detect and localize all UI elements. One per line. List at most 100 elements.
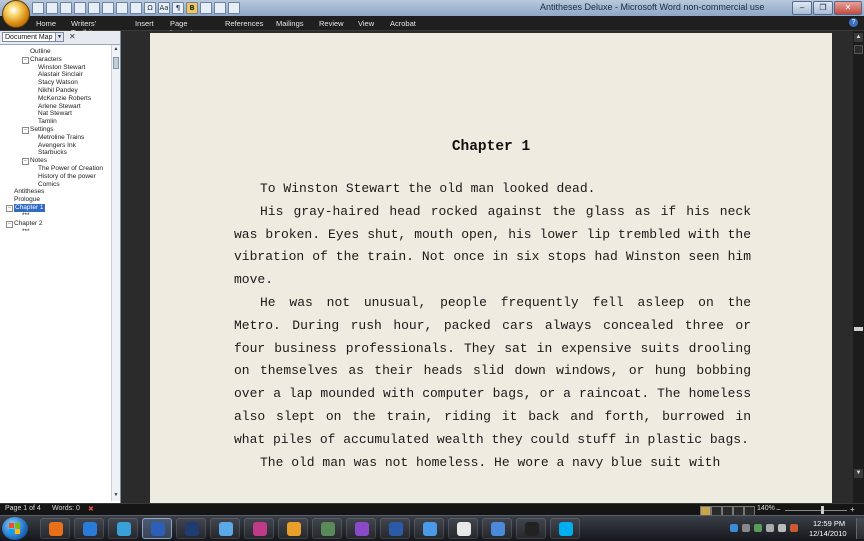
zoom-level[interactable]: 140%: [757, 505, 775, 512]
zoom-slider-handle[interactable]: [821, 506, 825, 514]
start-button[interactable]: [2, 517, 28, 540]
document-map-item[interactable]: Outline: [30, 48, 51, 56]
office-button[interactable]: [2, 0, 30, 28]
document-map-item[interactable]: Comics: [38, 181, 60, 189]
document-map-scrollbar[interactable]: ▲ ▼: [111, 45, 120, 501]
paragraph[interactable]: His gray-haired head rocked against the …: [234, 201, 751, 292]
document-map-item[interactable]: Notes: [30, 157, 47, 165]
tray-app-icon[interactable]: [790, 524, 798, 532]
chevron-down-icon[interactable]: ▼: [55, 33, 63, 41]
document-map-item[interactable]: History of the power: [38, 173, 96, 181]
paragraph[interactable]: The old man was not homeless. He wore a …: [234, 452, 751, 475]
tab-mailings[interactable]: Mailings: [276, 17, 304, 30]
volume-icon[interactable]: [778, 524, 786, 532]
taskbar-app[interactable]: [448, 518, 478, 539]
taskbar-app[interactable]: [550, 518, 580, 539]
tree-expander-icon[interactable]: −: [22, 56, 29, 64]
document-map-item[interactable]: Winston Stewart: [38, 64, 85, 72]
document-scrollbar[interactable]: ▲ ▼: [853, 31, 864, 503]
undo-icon[interactable]: [102, 2, 114, 14]
document-map-item[interactable]: Settings: [30, 126, 54, 134]
zoom-slider[interactable]: [785, 510, 847, 511]
page-count[interactable]: Page 1 of 4: [5, 505, 41, 512]
document-map-selector[interactable]: Document Map ▼: [2, 32, 64, 42]
proofing-icon[interactable]: ✖: [88, 505, 94, 513]
new-icon[interactable]: [46, 2, 58, 14]
document-map-close-icon[interactable]: ✕: [69, 32, 76, 41]
taskbar-app[interactable]: [210, 518, 240, 539]
document-map-item[interactable]: ***: [22, 228, 30, 236]
close-button[interactable]: ✕: [834, 1, 862, 15]
taskbar-app[interactable]: [108, 518, 138, 539]
document-map-item[interactable]: Chapter 2: [14, 220, 43, 228]
taskbar-app[interactable]: [312, 518, 342, 539]
open-icon[interactable]: [60, 2, 72, 14]
clock-date[interactable]: 12/14/2010: [809, 529, 847, 538]
tree-expander-icon[interactable]: −: [6, 220, 13, 228]
document-body[interactable]: To Winston Stewart the old man looked de…: [234, 178, 751, 474]
print-icon[interactable]: [74, 2, 86, 14]
spelling-icon[interactable]: [88, 2, 100, 14]
tab-insert[interactable]: Insert: [135, 17, 154, 30]
document-map-item[interactable]: Avengers Ink: [38, 142, 76, 150]
document-map-item[interactable]: Metroline Trains: [38, 134, 84, 142]
document-scroll-thumb[interactable]: [854, 327, 863, 331]
taskbar-app[interactable]: [74, 518, 104, 539]
taskbar-app[interactable]: [176, 518, 206, 539]
paragraph[interactable]: To Winston Stewart the old man looked de…: [234, 178, 751, 201]
zoom-in-icon[interactable]: +: [850, 505, 855, 514]
battery-icon[interactable]: [754, 524, 762, 532]
tree-expander-icon[interactable]: −: [22, 158, 29, 166]
document-map-item[interactable]: Prologue: [14, 196, 40, 204]
scroll-up-icon[interactable]: ▲: [854, 33, 863, 42]
taskbar-app[interactable]: [244, 518, 274, 539]
document-map-item[interactable]: Starbucks: [38, 149, 67, 157]
save-icon[interactable]: [32, 2, 44, 14]
document-map-item[interactable]: Characters: [30, 56, 62, 64]
zoom-out-icon[interactable]: −: [776, 505, 781, 514]
network-icon[interactable]: [730, 524, 738, 532]
scroll-up-icon[interactable]: ▲: [112, 45, 120, 53]
taskbar-app[interactable]: [40, 518, 70, 539]
tab-home[interactable]: Home: [36, 17, 56, 30]
show-desktop-button[interactable]: [856, 518, 864, 539]
document-map-item[interactable]: Tamlin: [38, 118, 57, 126]
document-map-item[interactable]: The Power of Creation: [38, 165, 103, 173]
document-map-item[interactable]: Nikhil Pandey: [38, 87, 78, 95]
taskbar-app[interactable]: [516, 518, 546, 539]
tab-view[interactable]: View: [358, 17, 374, 30]
taskbar-app[interactable]: [278, 518, 308, 539]
help-icon[interactable]: ?: [849, 18, 858, 27]
flag-icon[interactable]: [742, 524, 750, 532]
document-map-item[interactable]: Chapter 1: [14, 204, 45, 212]
document-map-item[interactable]: ***: [22, 212, 30, 220]
word-count[interactable]: Words: 0: [52, 505, 80, 512]
scroll-down-icon[interactable]: ▼: [112, 491, 120, 499]
taskbar-app[interactable]: [346, 518, 376, 539]
document-map-item[interactable]: Antitheses: [14, 188, 44, 196]
document-map-item[interactable]: Nat Stewart: [38, 110, 72, 118]
view-ruler-icon[interactable]: [854, 45, 863, 54]
font-icon[interactable]: Aa: [158, 2, 170, 14]
taskbar-app[interactable]: [380, 518, 410, 539]
minimize-button[interactable]: ‒: [792, 1, 812, 15]
taskbar-app[interactable]: [142, 518, 172, 539]
redo-icon[interactable]: [116, 2, 128, 14]
taskbar-app[interactable]: [414, 518, 444, 539]
document-page[interactable]: Chapter 1 To Winston Stewart the old man…: [150, 33, 832, 503]
color-icon[interactable]: [228, 2, 240, 14]
tab-acrobat[interactable]: Acrobat: [390, 17, 416, 30]
table-icon[interactable]: [130, 2, 142, 14]
tree-expander-icon[interactable]: −: [6, 205, 13, 212]
paragraph-icon[interactable]: ¶: [172, 2, 184, 14]
document-map-item[interactable]: Stacy Watson: [38, 79, 78, 87]
numbering-icon[interactable]: [214, 2, 226, 14]
document-map-item[interactable]: Arlene Stewart: [38, 103, 81, 111]
bullets-icon[interactable]: [200, 2, 212, 14]
clock-time[interactable]: 12:59 PM: [813, 519, 845, 528]
signal-icon[interactable]: [766, 524, 774, 532]
tab-review[interactable]: Review: [319, 17, 344, 30]
taskbar-app[interactable]: [482, 518, 512, 539]
paragraph[interactable]: He was not unusual, people frequently fe…: [234, 292, 751, 452]
bold-icon[interactable]: B: [186, 2, 198, 14]
